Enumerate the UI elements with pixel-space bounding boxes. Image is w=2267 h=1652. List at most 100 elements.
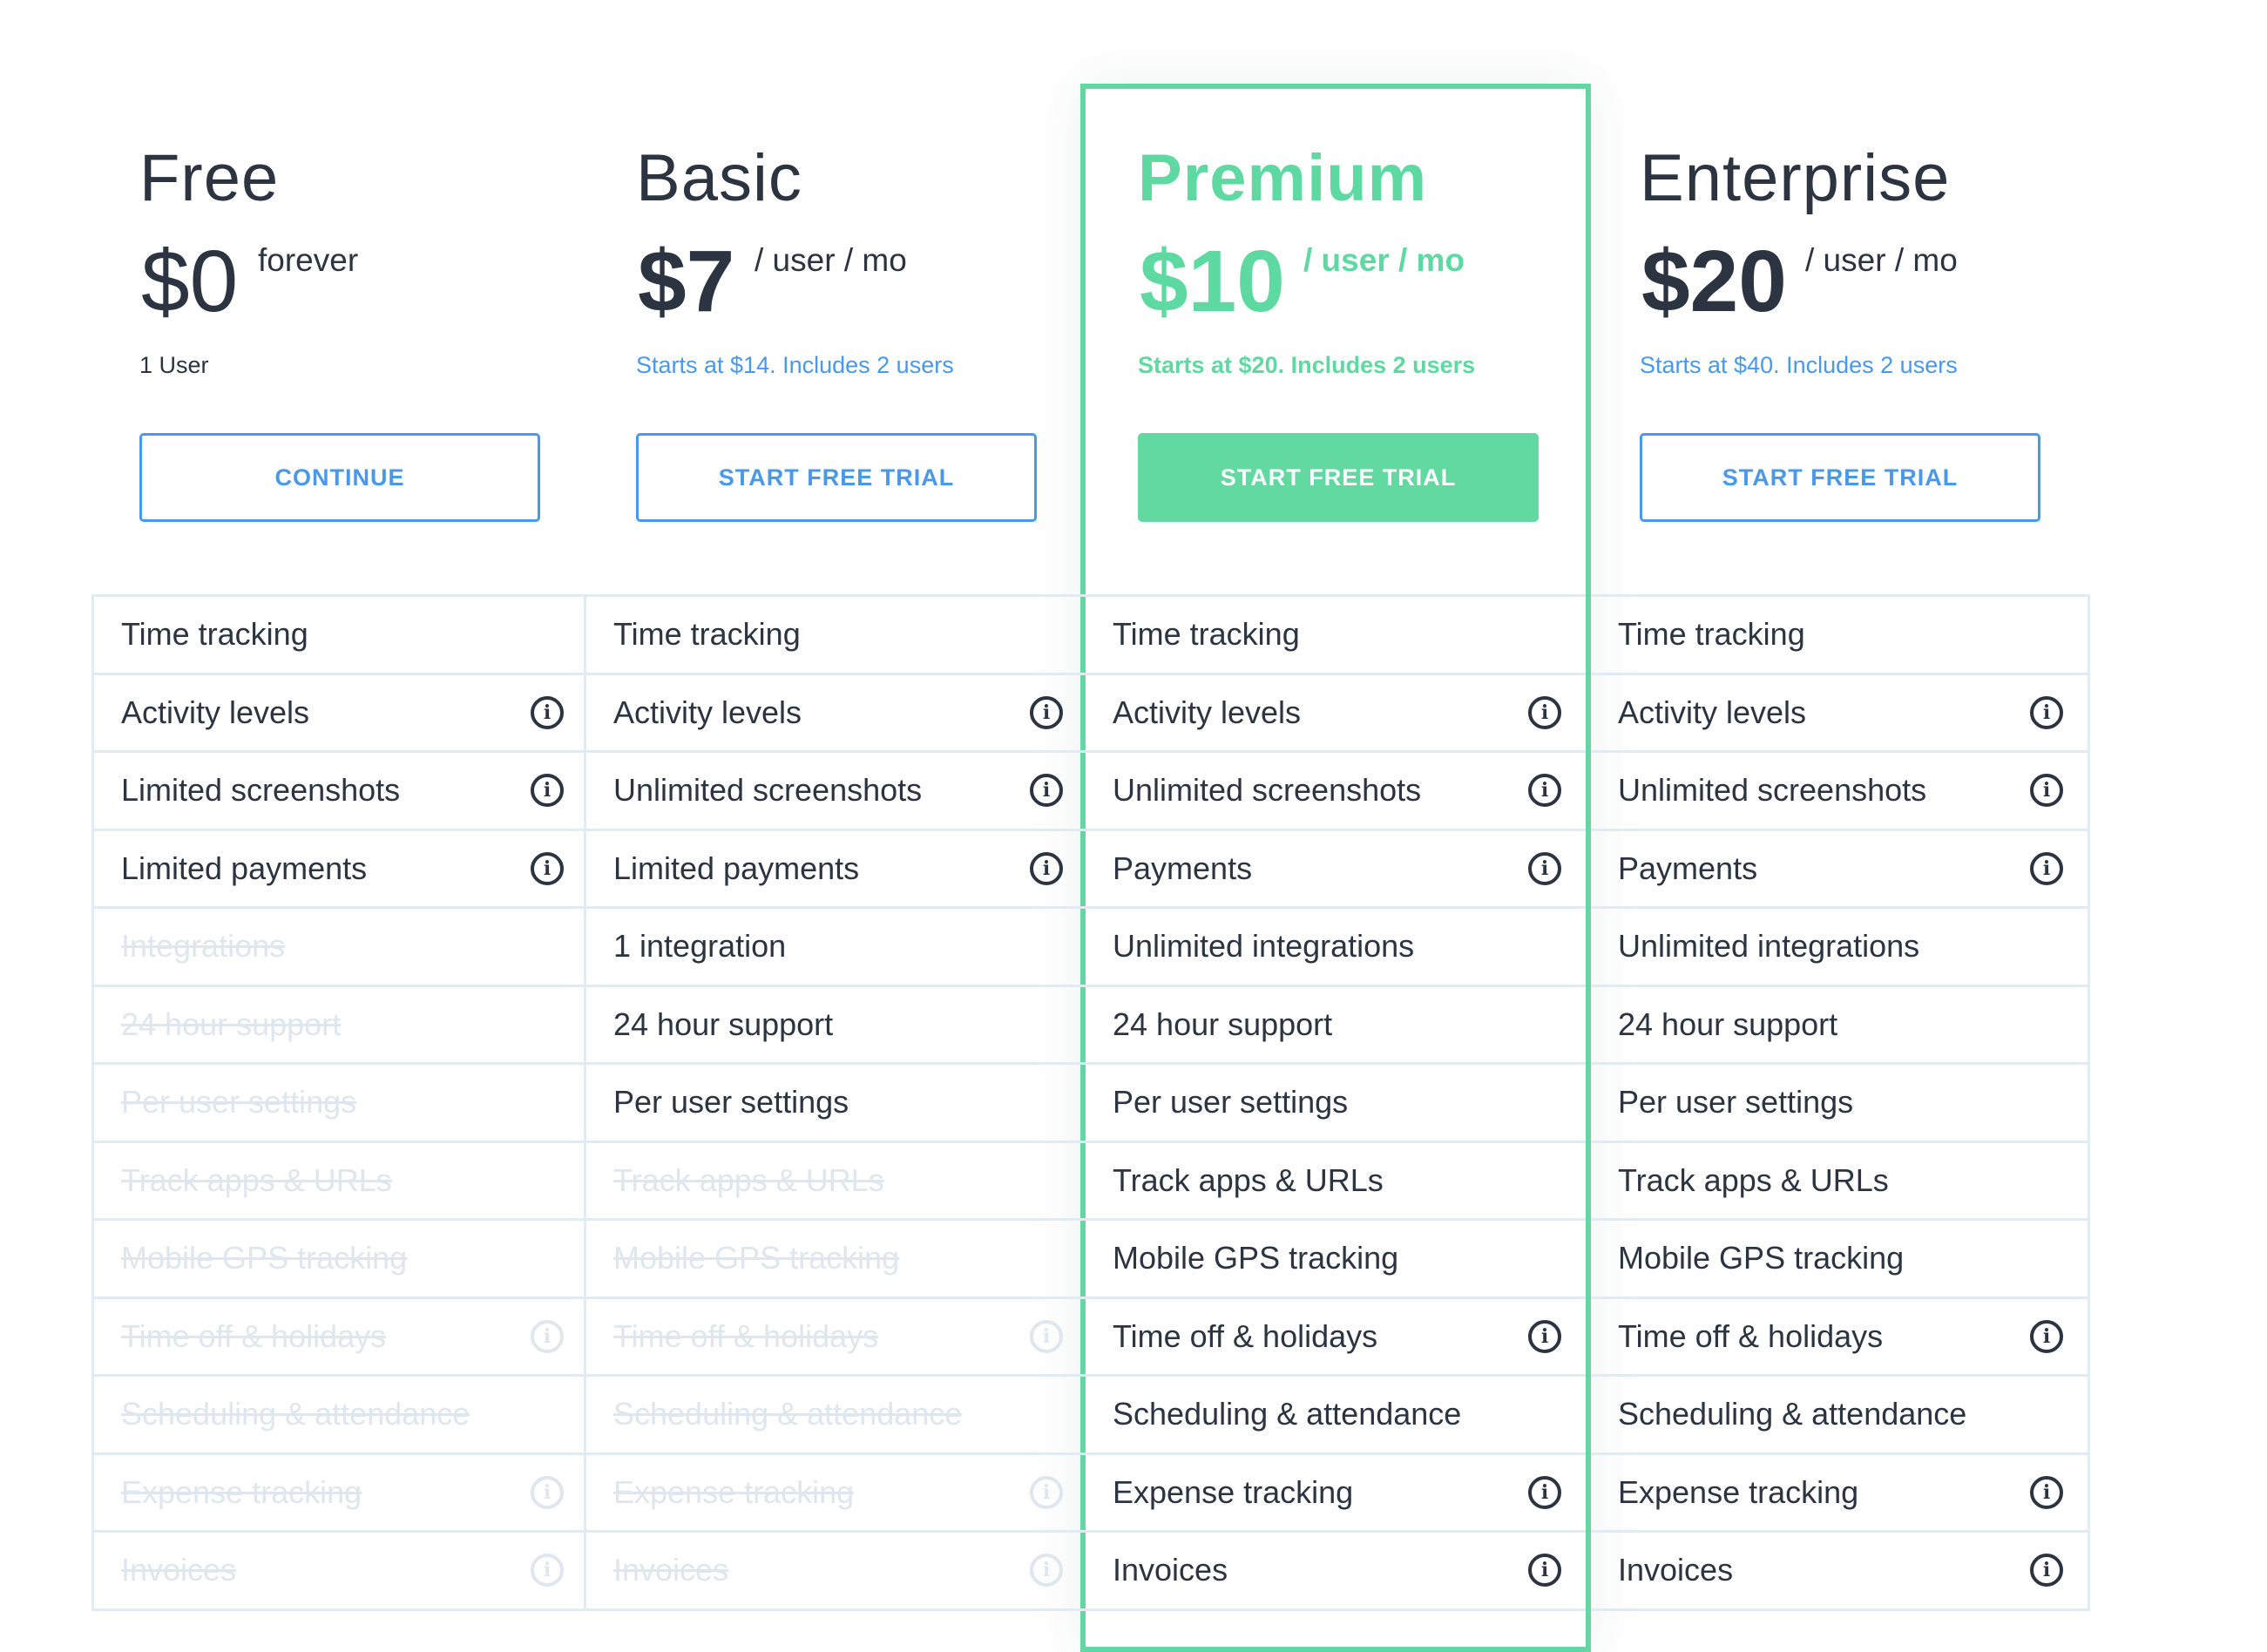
feature-row: 24 hour support — [586, 987, 1087, 1065]
feature-label: Time off & holidays — [121, 1317, 387, 1354]
feature-label: Track apps & URLs — [1113, 1161, 1384, 1198]
feature-list-enterprise: Time tracking Activity levels i Unlimited s… — [1591, 594, 2090, 1611]
feature-label: Per user settings — [1113, 1084, 1349, 1121]
feature-row: Time tracking — [94, 597, 588, 675]
plan-price: $20 — [1641, 233, 1787, 330]
info-icon[interactable]: i — [1030, 851, 1063, 885]
feature-row: Limited payments i — [94, 831, 588, 909]
feature-row: Scheduling & attendance — [1591, 1377, 2088, 1455]
feature-row: Invoices i — [94, 1533, 588, 1611]
feature-row: Activity levels i — [1591, 675, 2088, 753]
plan-period: / user / mo — [1805, 242, 1958, 278]
feature-label: Activity levels — [121, 694, 310, 730]
info-icon[interactable]: i — [1528, 851, 1561, 885]
plan-note: Starts at $40. Includes 2 users — [1640, 352, 1958, 378]
feature-row: Invoices i — [1591, 1533, 2088, 1611]
plan-period: forever — [258, 242, 359, 278]
feature-list-free: Time tracking Activity levels i Limited scr… — [91, 594, 588, 1611]
feature-label: Integrations — [121, 928, 286, 965]
info-icon[interactable]: i — [1528, 1319, 1561, 1353]
info-icon[interactable]: i — [1030, 1475, 1063, 1509]
info-icon[interactable]: i — [2030, 851, 2063, 885]
plan-price: $7 — [638, 233, 735, 330]
info-icon[interactable]: i — [1030, 1554, 1063, 1588]
feature-row: Track apps & URLs — [586, 1143, 1087, 1221]
start-free-trial-button-premium[interactable]: START FREE TRIAL — [1138, 433, 1539, 522]
continue-button[interactable]: CONTINUE — [139, 433, 540, 522]
info-icon[interactable]: i — [1528, 1554, 1561, 1588]
info-icon[interactable]: i — [2030, 1554, 2063, 1588]
feature-label: Track apps & URLs — [613, 1161, 884, 1198]
feature-label: 1 integration — [613, 928, 787, 965]
plan-note: Starts at $20. Includes 2 users — [1138, 352, 1476, 378]
feature-label: Scheduling & attendance — [1113, 1396, 1462, 1432]
feature-label: Time tracking — [1618, 616, 1805, 653]
plan-note: Starts at $14. Includes 2 users — [636, 352, 954, 378]
feature-label: Limited payments — [121, 850, 368, 886]
feature-label: 24 hour support — [613, 1005, 834, 1042]
info-icon[interactable]: i — [2030, 1475, 2063, 1509]
feature-row: Limited screenshots i — [94, 753, 588, 831]
feature-list-basic: Time tracking Activity levels i Unlimited s… — [584, 594, 1087, 1611]
info-icon[interactable]: i — [1030, 695, 1063, 729]
plan-period: / user / mo — [1303, 242, 1465, 278]
info-icon[interactable]: i — [1030, 774, 1063, 808]
info-icon[interactable]: i — [2030, 695, 2063, 729]
feature-label: Payments — [1618, 850, 1758, 886]
feature-label: Mobile GPS tracking — [613, 1240, 900, 1276]
info-icon[interactable]: i — [531, 1554, 564, 1588]
feature-label: Scheduling & attendance — [121, 1396, 470, 1432]
plan-header-enterprise: Enterprise $20 / user / mo Starts at $40… — [1640, 139, 1958, 380]
feature-row: Per user settings — [1591, 1065, 2088, 1143]
info-icon[interactable]: i — [2030, 1319, 2063, 1353]
feature-row: Time tracking — [1591, 597, 2088, 675]
feature-row: Time off & holidays i — [1591, 1299, 2088, 1377]
feature-label: Per user settings — [121, 1084, 357, 1121]
feature-label: Time off & holidays — [613, 1317, 879, 1354]
info-icon[interactable]: i — [1030, 1319, 1063, 1353]
info-icon[interactable]: i — [1528, 695, 1561, 729]
feature-label: Unlimited integrations — [1618, 928, 1920, 965]
feature-row: Mobile GPS tracking — [1591, 1221, 2088, 1299]
start-free-trial-button-enterprise[interactable]: START FREE TRIAL — [1640, 433, 2040, 522]
info-icon[interactable]: i — [531, 774, 564, 808]
pricing-page: Free $0 forever 1 User CONTINUE Basic $7… — [0, 0, 2267, 1652]
info-icon[interactable]: i — [531, 695, 564, 729]
feature-row: Per user settings — [1086, 1065, 1586, 1143]
info-icon[interactable]: i — [1528, 1475, 1561, 1509]
feature-row: Time off & holidays i — [94, 1299, 588, 1377]
feature-row: 1 integration — [586, 909, 1087, 987]
feature-label: Activity levels — [1113, 694, 1302, 730]
info-icon[interactable]: i — [531, 1475, 564, 1509]
info-icon[interactable]: i — [531, 851, 564, 885]
feature-row: Scheduling & attendance — [1086, 1377, 1586, 1455]
feature-label: Time tracking — [121, 616, 308, 653]
feature-label: Time off & holidays — [1113, 1317, 1378, 1354]
plan-price: $0 — [141, 233, 239, 330]
feature-label: Per user settings — [613, 1084, 849, 1121]
info-icon[interactable]: i — [2030, 774, 2063, 808]
feature-label: Expense tracking — [121, 1473, 362, 1510]
feature-label: Scheduling & attendance — [613, 1396, 963, 1432]
feature-label: Mobile GPS tracking — [1618, 1240, 1905, 1276]
feature-row: Per user settings — [586, 1065, 1087, 1143]
feature-row: Time tracking — [1086, 597, 1586, 675]
feature-label: Invoices — [1113, 1552, 1228, 1588]
start-free-trial-button-basic[interactable]: START FREE TRIAL — [636, 433, 1037, 522]
feature-row: Scheduling & attendance — [94, 1377, 588, 1455]
info-icon[interactable]: i — [1528, 774, 1561, 808]
feature-row: Track apps & URLs — [1591, 1143, 2088, 1221]
feature-row: 24 hour support — [94, 987, 588, 1065]
feature-label: Per user settings — [1618, 1084, 1854, 1121]
feature-row: Unlimited screenshots i — [1591, 753, 2088, 831]
feature-row: Activity levels i — [586, 675, 1087, 753]
feature-label: Limited screenshots — [121, 772, 401, 809]
feature-label: 24 hour support — [1113, 1005, 1333, 1042]
feature-row: Unlimited integrations — [1591, 909, 2088, 987]
feature-row: Activity levels i — [1086, 675, 1586, 753]
feature-row: Integrations — [94, 909, 588, 987]
feature-row: Mobile GPS tracking — [1086, 1221, 1586, 1299]
plan-note: 1 User — [139, 352, 209, 378]
info-icon[interactable]: i — [531, 1319, 564, 1353]
feature-label: Time tracking — [1113, 616, 1300, 653]
